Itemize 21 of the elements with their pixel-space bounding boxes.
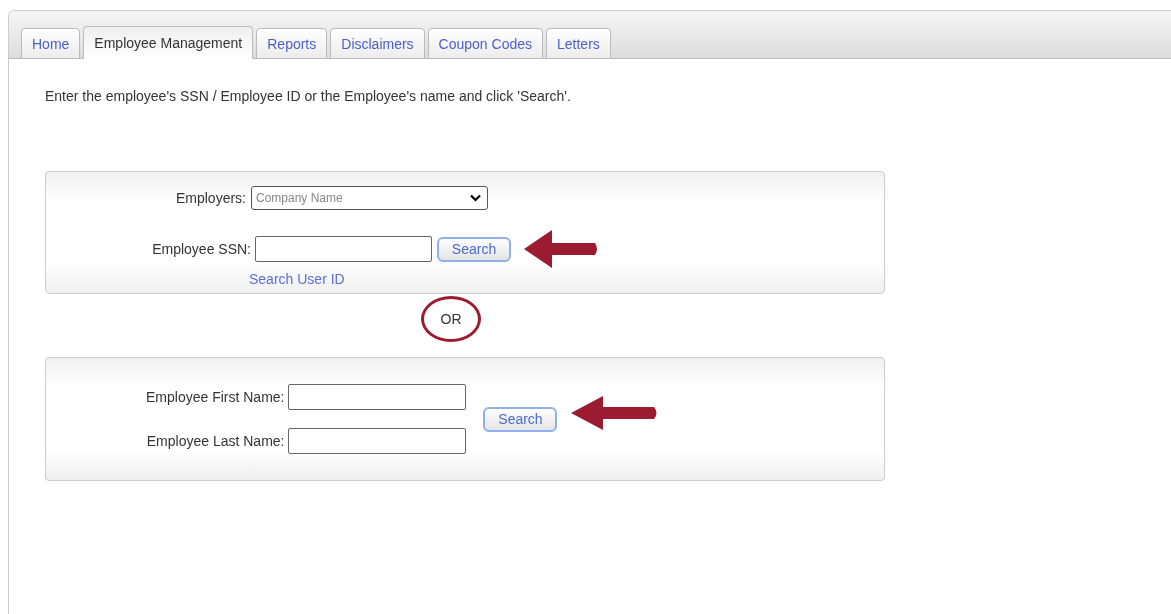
field-label: Employee Last Name: (146, 433, 285, 449)
tab[interactable]: Letters (546, 28, 611, 59)
ssn-input-field[interactable] (255, 236, 432, 262)
field-label: Employee First Name: (146, 389, 285, 405)
first-name-input-field[interactable] (288, 384, 467, 410)
tab[interactable]: Reports (256, 28, 328, 59)
search-user-id-link[interactable]: Search User ID (249, 271, 345, 287)
tab[interactable]: Coupon Codes (427, 28, 543, 59)
tab[interactable]: Disclaimers (330, 28, 425, 59)
search-button[interactable]: Search (437, 236, 511, 262)
instructions-text: Enter the employee's SSN / Employee ID or the Employee's name and click 'Search'. (45, 88, 572, 104)
field-label: Employee SSN: (151, 241, 251, 257)
chevron-down-icon (470, 194, 481, 202)
last-name-input-field[interactable] (288, 428, 467, 454)
tab[interactable]: Home (21, 28, 81, 59)
employers-dropdown[interactable]: Company Name (251, 186, 488, 210)
arrow-icon (524, 229, 599, 269)
or-separator: OR (421, 296, 481, 342)
tab[interactable]: Employee Management (83, 26, 254, 59)
field-label: Employers: (174, 190, 246, 206)
search-button[interactable]: Search (483, 406, 558, 432)
